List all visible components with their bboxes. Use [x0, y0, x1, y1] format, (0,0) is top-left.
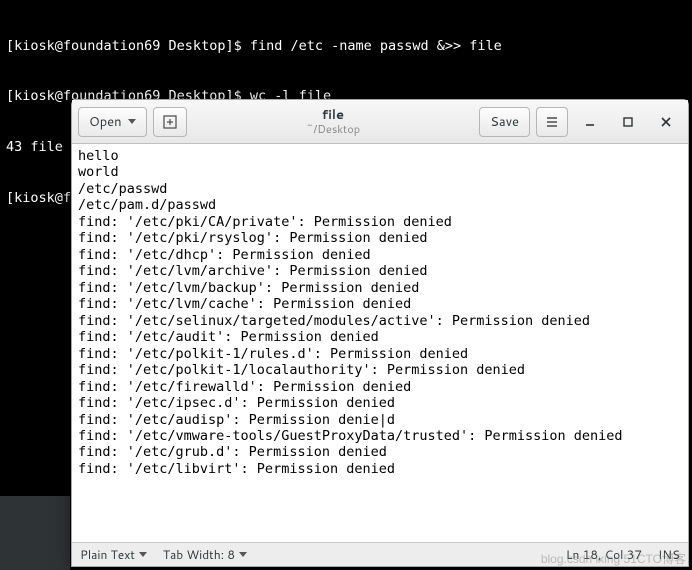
editor-line: find: '/etc/libvirt': Permission denied: [78, 461, 682, 477]
editor-line: find: '/etc/lvm/cache': Permission denie…: [78, 296, 682, 312]
open-button-label: Open: [89, 113, 122, 131]
chevron-down-icon: [128, 119, 136, 124]
syntax-label: Plain Text: [80, 546, 135, 563]
status-bar: Plain Text Tab Width: 8 Ln 18, Col 37 IN…: [72, 542, 688, 566]
close-button[interactable]: [650, 107, 682, 137]
editor-area[interactable]: helloworld/etc/passwd/etc/pam.d/passwdfi…: [72, 144, 688, 542]
hamburger-icon: [545, 115, 559, 129]
title-area: file ~/Desktop: [193, 108, 474, 136]
new-tab-icon: [162, 114, 178, 130]
tabwidth-selector[interactable]: Tab Width: 8: [163, 546, 247, 563]
minimize-icon: [584, 116, 596, 128]
editor-line: /etc/passwd: [78, 181, 682, 197]
maximize-button[interactable]: [612, 107, 644, 137]
editor-line: find: '/etc/pki/rsyslog': Permission den…: [78, 230, 682, 246]
save-button-label: Save: [490, 113, 519, 131]
tabwidth-label: Tab Width: 8: [163, 546, 235, 563]
editor-line: find: '/etc/lvm/backup': Permission deni…: [78, 280, 682, 296]
position-label: Ln 18, Col 37: [566, 546, 642, 563]
editor-line: /etc/pam.d/passwd: [78, 197, 682, 213]
terminal-line: [kiosk@foundation69 Desktop]$ find /etc …: [6, 38, 686, 55]
new-tab-button[interactable]: [153, 107, 187, 137]
open-button[interactable]: Open: [78, 107, 147, 137]
syntax-selector[interactable]: Plain Text: [80, 546, 147, 563]
editor-line: find: '/etc/lvm/archive': Permission den…: [78, 263, 682, 279]
editor-line: find: '/etc/polkit-1/localauthority': Pe…: [78, 362, 682, 378]
gedit-window: Open file ~/Desktop Save: [71, 99, 689, 567]
editor-line: hello: [78, 148, 682, 164]
insert-label: INS: [658, 546, 680, 563]
editor-line: find: '/etc/polkit-1/rules.d': Permissio…: [78, 346, 682, 362]
insert-mode[interactable]: INS: [658, 546, 680, 563]
editor-line: find: '/etc/vmware-tools/GuestProxyData/…: [78, 428, 682, 444]
titlebar: Open file ~/Desktop Save: [72, 100, 688, 144]
editor-line: find: '/etc/firewalld': Permission denie…: [78, 379, 682, 395]
hamburger-menu-button[interactable]: [536, 107, 568, 137]
window-subtitle: ~/Desktop: [193, 123, 474, 136]
save-button[interactable]: Save: [479, 107, 530, 137]
editor-line: world: [78, 164, 682, 180]
minimize-button[interactable]: [574, 107, 606, 137]
cursor-position: Ln 18, Col 37: [566, 546, 642, 563]
chevron-down-icon: [239, 552, 247, 557]
maximize-icon: [622, 116, 634, 128]
editor-line: find: '/etc/grub.d': Permission denied: [78, 444, 682, 460]
editor-line: find: '/etc/audit': Permission denied: [78, 329, 682, 345]
editor-line: find: '/etc/dhcp': Permission denied: [78, 247, 682, 263]
editor-line: find: '/etc/selinux/targeted/modules/act…: [78, 313, 682, 329]
chevron-down-icon: [139, 552, 147, 557]
editor-line: find: '/etc/pki/CA/private': Permission …: [78, 214, 682, 230]
editor-line: find: '/etc/audisp': Permission denie|d: [78, 412, 682, 428]
desktop-background: [0, 496, 70, 570]
close-icon: [660, 116, 672, 128]
editor-line: find: '/etc/ipsec.d': Permission denied: [78, 395, 682, 411]
